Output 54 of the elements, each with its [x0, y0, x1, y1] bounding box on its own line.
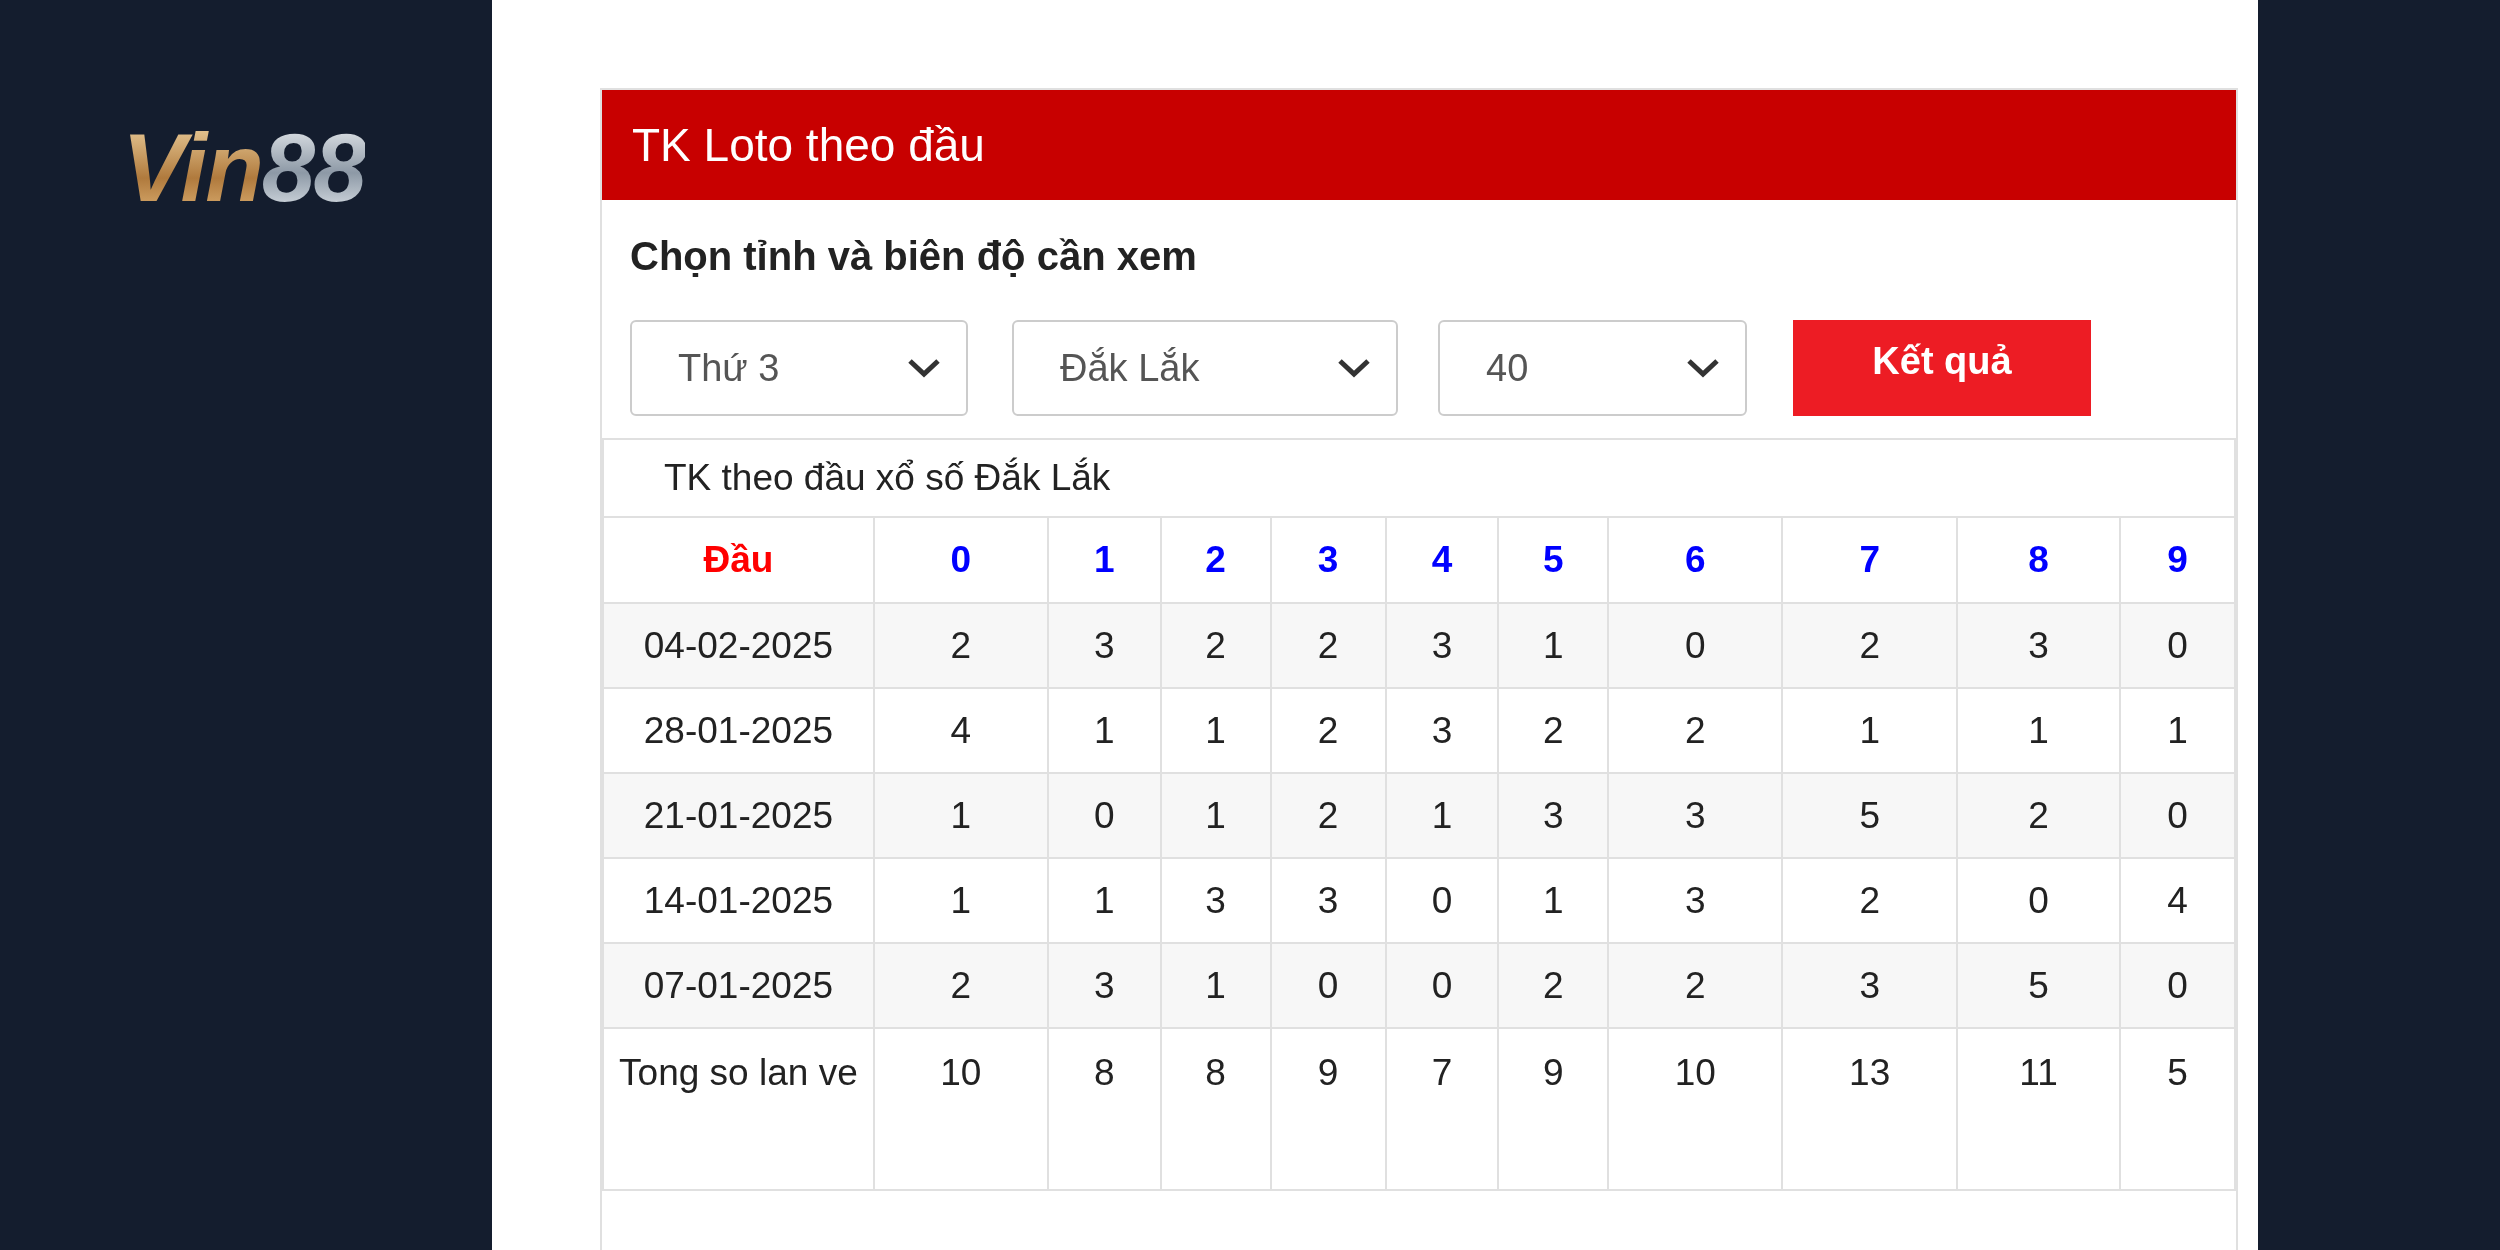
table-cell: 8: [1047, 1028, 1161, 1190]
table-cell: 2: [873, 603, 1048, 688]
table-cell: 3: [1385, 603, 1499, 688]
dropdown[interactable]: 40: [1438, 320, 1747, 416]
table-cell: 3: [1608, 773, 1783, 858]
table-cell: 10: [1608, 1028, 1783, 1190]
card-title: TK Loto theo đầu: [602, 90, 2236, 200]
table-cell: 11: [1957, 1028, 2120, 1190]
table-cell: 0: [1047, 773, 1161, 858]
table-cell: 8: [1160, 1028, 1271, 1190]
chevron-down-icon: [1685, 357, 1721, 379]
table-cell: 9: [1270, 1028, 1386, 1190]
table-cell: 5: [1782, 773, 1958, 858]
table-cell: 21-01-2025: [603, 773, 874, 858]
table-cell: 3: [1047, 943, 1161, 1028]
chevron-down-icon: [1336, 357, 1372, 379]
table-cell: 13: [1782, 1028, 1958, 1190]
dropdown[interactable]: Đắk Lắk: [1012, 320, 1398, 416]
table-cell: 0: [1608, 603, 1783, 688]
table-cell: 2: [1270, 603, 1386, 688]
table-cell: 0: [2120, 603, 2235, 688]
table-cell: 5: [2120, 1028, 2235, 1190]
table-cell: 3: [1957, 603, 2120, 688]
table-cell: 1: [1160, 943, 1271, 1028]
table-cell: Tong so lan ve: [603, 1028, 874, 1190]
table-cell: 1: [873, 773, 1048, 858]
table-cell: 1: [1498, 603, 1609, 688]
table-cell: 10: [873, 1028, 1048, 1190]
table-cell: 0: [2120, 773, 2235, 858]
table-cell: 07-01-2025: [603, 943, 874, 1028]
table-cell: 1: [1160, 773, 1271, 858]
table-cell: 2: [873, 943, 1048, 1028]
table-cell: 5: [1957, 943, 2120, 1028]
dropdown[interactable]: Thứ 3: [630, 320, 968, 416]
table-cell: 0: [1385, 943, 1499, 1028]
table-cell: 3: [1498, 773, 1609, 858]
submit-button[interactable]: Kết quả: [1793, 320, 2091, 416]
table-cell: 2: [1270, 773, 1386, 858]
table-cell: 2: [1957, 773, 2120, 858]
table-caption: TK theo đầu xổ số Đắk Lắk: [664, 457, 1111, 498]
chevron-down-icon: [906, 357, 942, 379]
table-cell: 0: [2120, 943, 2235, 1028]
table-cell: 3: [1047, 603, 1161, 688]
table-cell: 3: [1782, 943, 1958, 1028]
table-cell: 7: [1385, 1028, 1499, 1190]
filter-prompt: Chọn tỉnh và biên độ cần xem: [630, 234, 1197, 278]
table-cell: 2: [1782, 603, 1958, 688]
table-cell: 2: [1160, 603, 1271, 688]
table-cell: 9: [1498, 1028, 1609, 1190]
table-cell: 0: [1270, 943, 1386, 1028]
table-cell: 2: [1608, 943, 1783, 1028]
table-cell: 2: [1498, 943, 1609, 1028]
table-cell: 04-02-2025: [603, 603, 874, 688]
table-cell: 1: [1385, 773, 1499, 858]
